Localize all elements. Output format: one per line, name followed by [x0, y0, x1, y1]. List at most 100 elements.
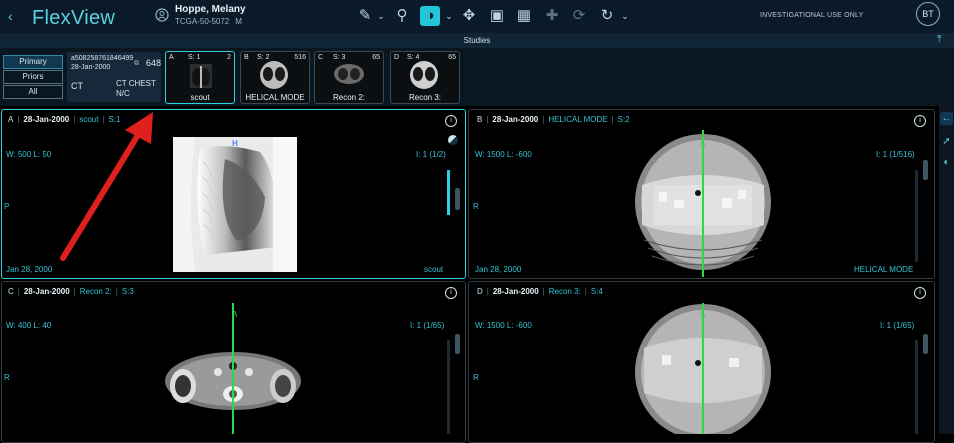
study-description: CT CHEST N/C [116, 79, 156, 98]
viewport-description: Recon 2: [79, 287, 112, 296]
orientation-top: A [700, 310, 706, 319]
patient-id-value: TCGA-50-5072 [175, 17, 230, 26]
info-icon[interactable]: i [445, 287, 457, 299]
thumbnail-letter: A [169, 54, 174, 61]
ct-thumbnail-image [260, 61, 288, 89]
thumbnail-count: 65 [372, 54, 380, 61]
thumbnail-label: Recon 3: [408, 93, 442, 102]
zoom-icon[interactable]: ⚲ [392, 6, 412, 26]
series-thumbnail-b[interactable]: B S: 2 516 HELICAL MODE [240, 51, 310, 104]
viewport-d-scrollbar[interactable] [915, 340, 918, 434]
series-thumbnail-c[interactable]: C S: 3 65 Recon 2: [314, 51, 384, 104]
viewport-date: 28-Jan-2000 [23, 287, 70, 296]
ct-thumbnail-image [410, 61, 438, 89]
copy-icon[interactable]: ⧉ [134, 60, 139, 68]
viewport-c-scroll-thumb[interactable] [455, 334, 460, 354]
thumbnail-letter: D [394, 54, 400, 61]
camera-icon[interactable]: ▣ [487, 6, 507, 26]
study-image-count: 648 [146, 58, 162, 68]
thumbnail-label: scout [190, 93, 210, 102]
info-icon[interactable]: i [914, 115, 926, 127]
viewport-d-header: D | 28-Jan-2000 | Recon 3: | S:4 [477, 287, 603, 296]
chevron-down-icon[interactable]: ⌄ [375, 6, 387, 26]
arrow-left-icon[interactable]: ← [940, 112, 953, 125]
viewport-bottom-right: scout [424, 265, 444, 274]
viewport-date: 28-Jan-2000 [492, 287, 539, 296]
viewport-c-header: C | 28-Jan-2000 | Recon 2: | S:3 [8, 287, 134, 296]
orientation-top: H [232, 139, 238, 148]
app-logo: FlexView [32, 7, 116, 29]
viewport-letter: C [8, 287, 14, 296]
thumbnail-series: S: 1 [188, 54, 201, 61]
layout-icon[interactable]: ▦ [514, 6, 534, 26]
contrast-icon[interactable]: ◑ [420, 6, 440, 26]
viewport-c-scrollbar[interactable] [447, 340, 450, 434]
window-level: W: 1500 L: -600 [475, 321, 532, 330]
viewport-date: 28-Jan-2000 [492, 115, 539, 124]
thumbnail-label: HELICAL MODE [245, 93, 305, 102]
thumbnail-letter: C [318, 54, 324, 61]
viewport-b-scroll-thumb[interactable] [923, 160, 928, 180]
info-icon[interactable]: i [445, 115, 457, 127]
reference-line[interactable] [232, 303, 234, 434]
patient-id: TCGA-50-5072 M [175, 17, 242, 26]
filter-all-button[interactable]: All [3, 85, 63, 99]
window-level: W: 1500 L: -600 [475, 150, 532, 159]
patient-sex: M [235, 17, 242, 26]
rotate-icon[interactable]: ↻ [597, 6, 617, 26]
viewport-a-scroll-thumb[interactable] [455, 188, 460, 210]
orientation-top: A [232, 310, 238, 319]
orientation-left: R [473, 202, 479, 211]
scout-thumbnail-image [190, 64, 212, 88]
reference-line[interactable] [702, 303, 704, 434]
measure-line-icon[interactable]: ➚ [940, 135, 953, 148]
viewport-d-scroll-thumb[interactable] [923, 334, 928, 354]
series-thumbnail-d[interactable]: D S: 4 65 Recon 3: [390, 51, 460, 104]
study-date: 28-Jan-2000 [71, 64, 111, 71]
chevron-down-icon[interactable]: ⌄ [619, 6, 631, 26]
sync-icon[interactable]: ⟳ [569, 6, 589, 26]
image-index: I: 1 (1/65) [410, 321, 445, 330]
viewport-bottom-left: Jan 28, 2000 [6, 265, 53, 274]
viewport-bottom-right: HELICAL MODE [854, 265, 914, 274]
chevron-left-icon[interactable]: ‹ [8, 8, 13, 24]
annotation-arrow [60, 112, 153, 261]
user-avatar[interactable]: BT [916, 2, 940, 26]
thumbnail-count: 65 [448, 54, 456, 61]
ruler-icon[interactable]: ✎ [355, 6, 375, 26]
image-index: I: 1 (1/516) [876, 150, 915, 159]
viewport-series: S:4 [590, 287, 603, 296]
viewport-a-scrollbar[interactable] [447, 170, 450, 215]
info-icon[interactable]: i [914, 287, 926, 299]
viewport-b-header: B | 28-Jan-2000 | HELICAL MODE | S:2 [477, 115, 630, 124]
viewport-series: S:3 [121, 287, 134, 296]
thumbnail-label: Recon 2: [332, 93, 366, 102]
chevron-down-icon[interactable]: ⌄ [443, 6, 455, 26]
viewport-description: Recon 3: [548, 287, 581, 296]
orientation-left: R [4, 373, 10, 382]
viewport-letter: A [8, 115, 14, 124]
ct-thumbnail-image [334, 64, 364, 84]
hatch-circle-icon[interactable]: ◐ [940, 156, 953, 169]
study-modality: CT [71, 81, 83, 91]
orientation-left: R [473, 373, 479, 382]
filter-primary-button[interactable]: Primary [3, 55, 63, 69]
patient-name: Hoppe, Melany [175, 4, 246, 15]
pan-icon[interactable]: ✥ [459, 6, 479, 26]
contrast-mode-icon[interactable] [448, 135, 458, 145]
viewport-b-scrollbar[interactable] [915, 170, 918, 262]
user-icon [155, 8, 169, 22]
window-level: W: 500 L: 50 [6, 150, 52, 159]
filter-priors-button[interactable]: Priors [3, 70, 63, 84]
viewport-description: HELICAL MODE [548, 115, 608, 124]
studies-header[interactable]: Studies [0, 33, 954, 48]
study-uid: a508258761846499 [71, 55, 134, 62]
collapse-icon[interactable]: ⤒ [937, 34, 941, 45]
scout-lateral-image [173, 137, 297, 272]
series-thumbnail-a[interactable]: A S: 1 2 scout [165, 51, 235, 104]
crosshair-icon[interactable]: ✚ [542, 6, 562, 26]
reference-line[interactable] [702, 130, 704, 277]
image-index: I: 1 (1/2) [416, 150, 446, 159]
thumbnail-series: S: 3 [333, 54, 346, 61]
orientation-top: A [700, 139, 706, 148]
